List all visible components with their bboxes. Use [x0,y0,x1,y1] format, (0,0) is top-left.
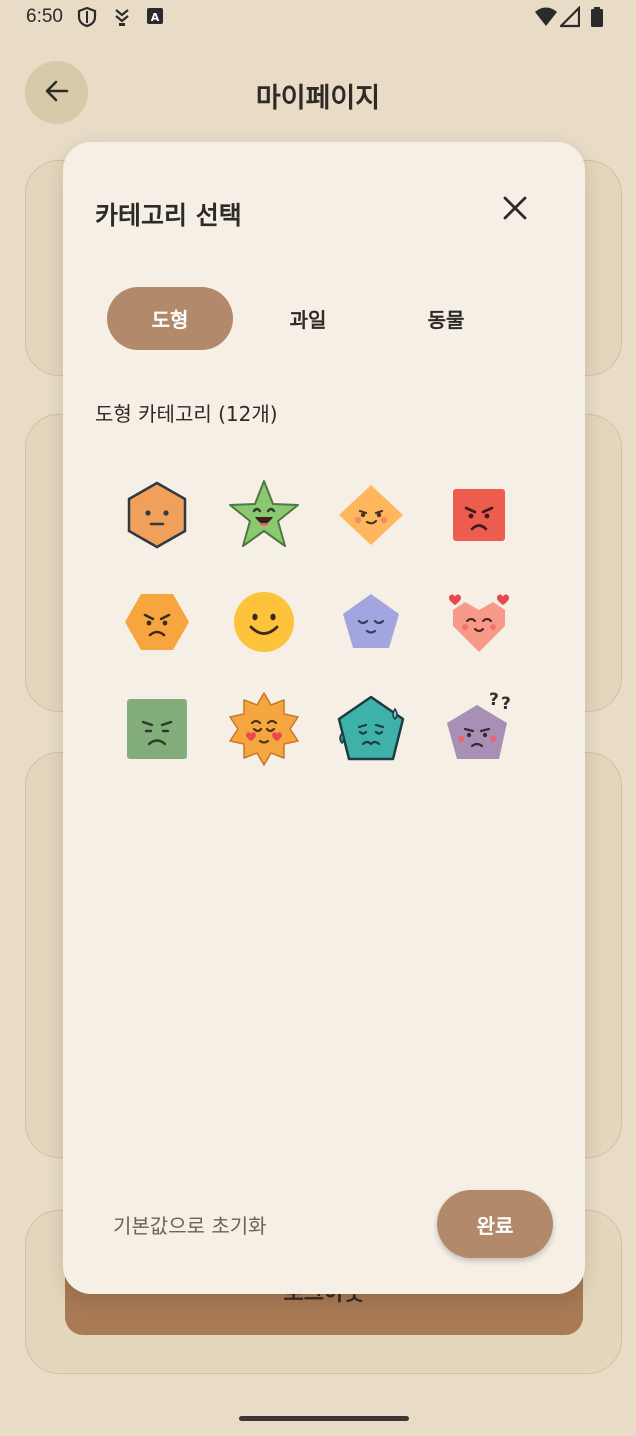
square-sad-face-icon[interactable] [117,689,197,769]
hexagon-neutral-face-icon[interactable] [117,475,197,555]
svg-text:?: ? [489,690,499,710]
tab-animals[interactable]: 동물 [383,287,509,350]
sun-love-face-icon[interactable] [224,689,304,769]
heart-love-face-icon[interactable] [439,582,519,662]
status-time: 6:50 [26,6,63,27]
section-label: 도형 카테고리 (12개) [95,402,278,426]
dialog-title: 카테고리 선택 [95,201,242,230]
square-angry-face-icon[interactable] [439,475,519,555]
accessibility-icon: A [146,6,166,30]
close-icon [502,195,528,225]
tab-fruits[interactable]: 과일 [245,287,371,350]
status-bar: 6:50 A [0,0,636,36]
pentagon-worried-face-icon[interactable] [331,689,411,769]
svg-text:?: ? [501,694,511,714]
tab-shapes[interactable]: 도형 [107,287,233,350]
circle-smile-face-icon[interactable] [224,582,304,662]
done-button[interactable]: 완료 [437,1190,553,1258]
battery-icon [590,6,604,32]
shield-icon [76,6,98,32]
pentagon-confused-face-icon[interactable]: ? ? [439,689,519,769]
pentagon-calm-face-icon[interactable] [331,582,411,662]
star-laughing-face-icon[interactable] [224,475,304,555]
home-indicator[interactable] [239,1416,409,1421]
diamond-smirk-face-icon[interactable] [331,475,411,555]
reset-button[interactable]: 기본값으로 초기화 [113,1210,267,1239]
close-button[interactable] [495,190,535,230]
svg-text:A: A [151,11,160,24]
signal-icon [558,5,581,32]
hexagon-angry-face-icon[interactable] [117,582,197,662]
category-dialog: 카테고리 선택 도형 과일 동물 도형 카테고리 (12개) ? ? 기본값으로… [63,142,585,1294]
page-title: 마이페이지 [255,83,381,114]
download-icon [112,6,132,32]
wifi-icon [534,6,558,32]
